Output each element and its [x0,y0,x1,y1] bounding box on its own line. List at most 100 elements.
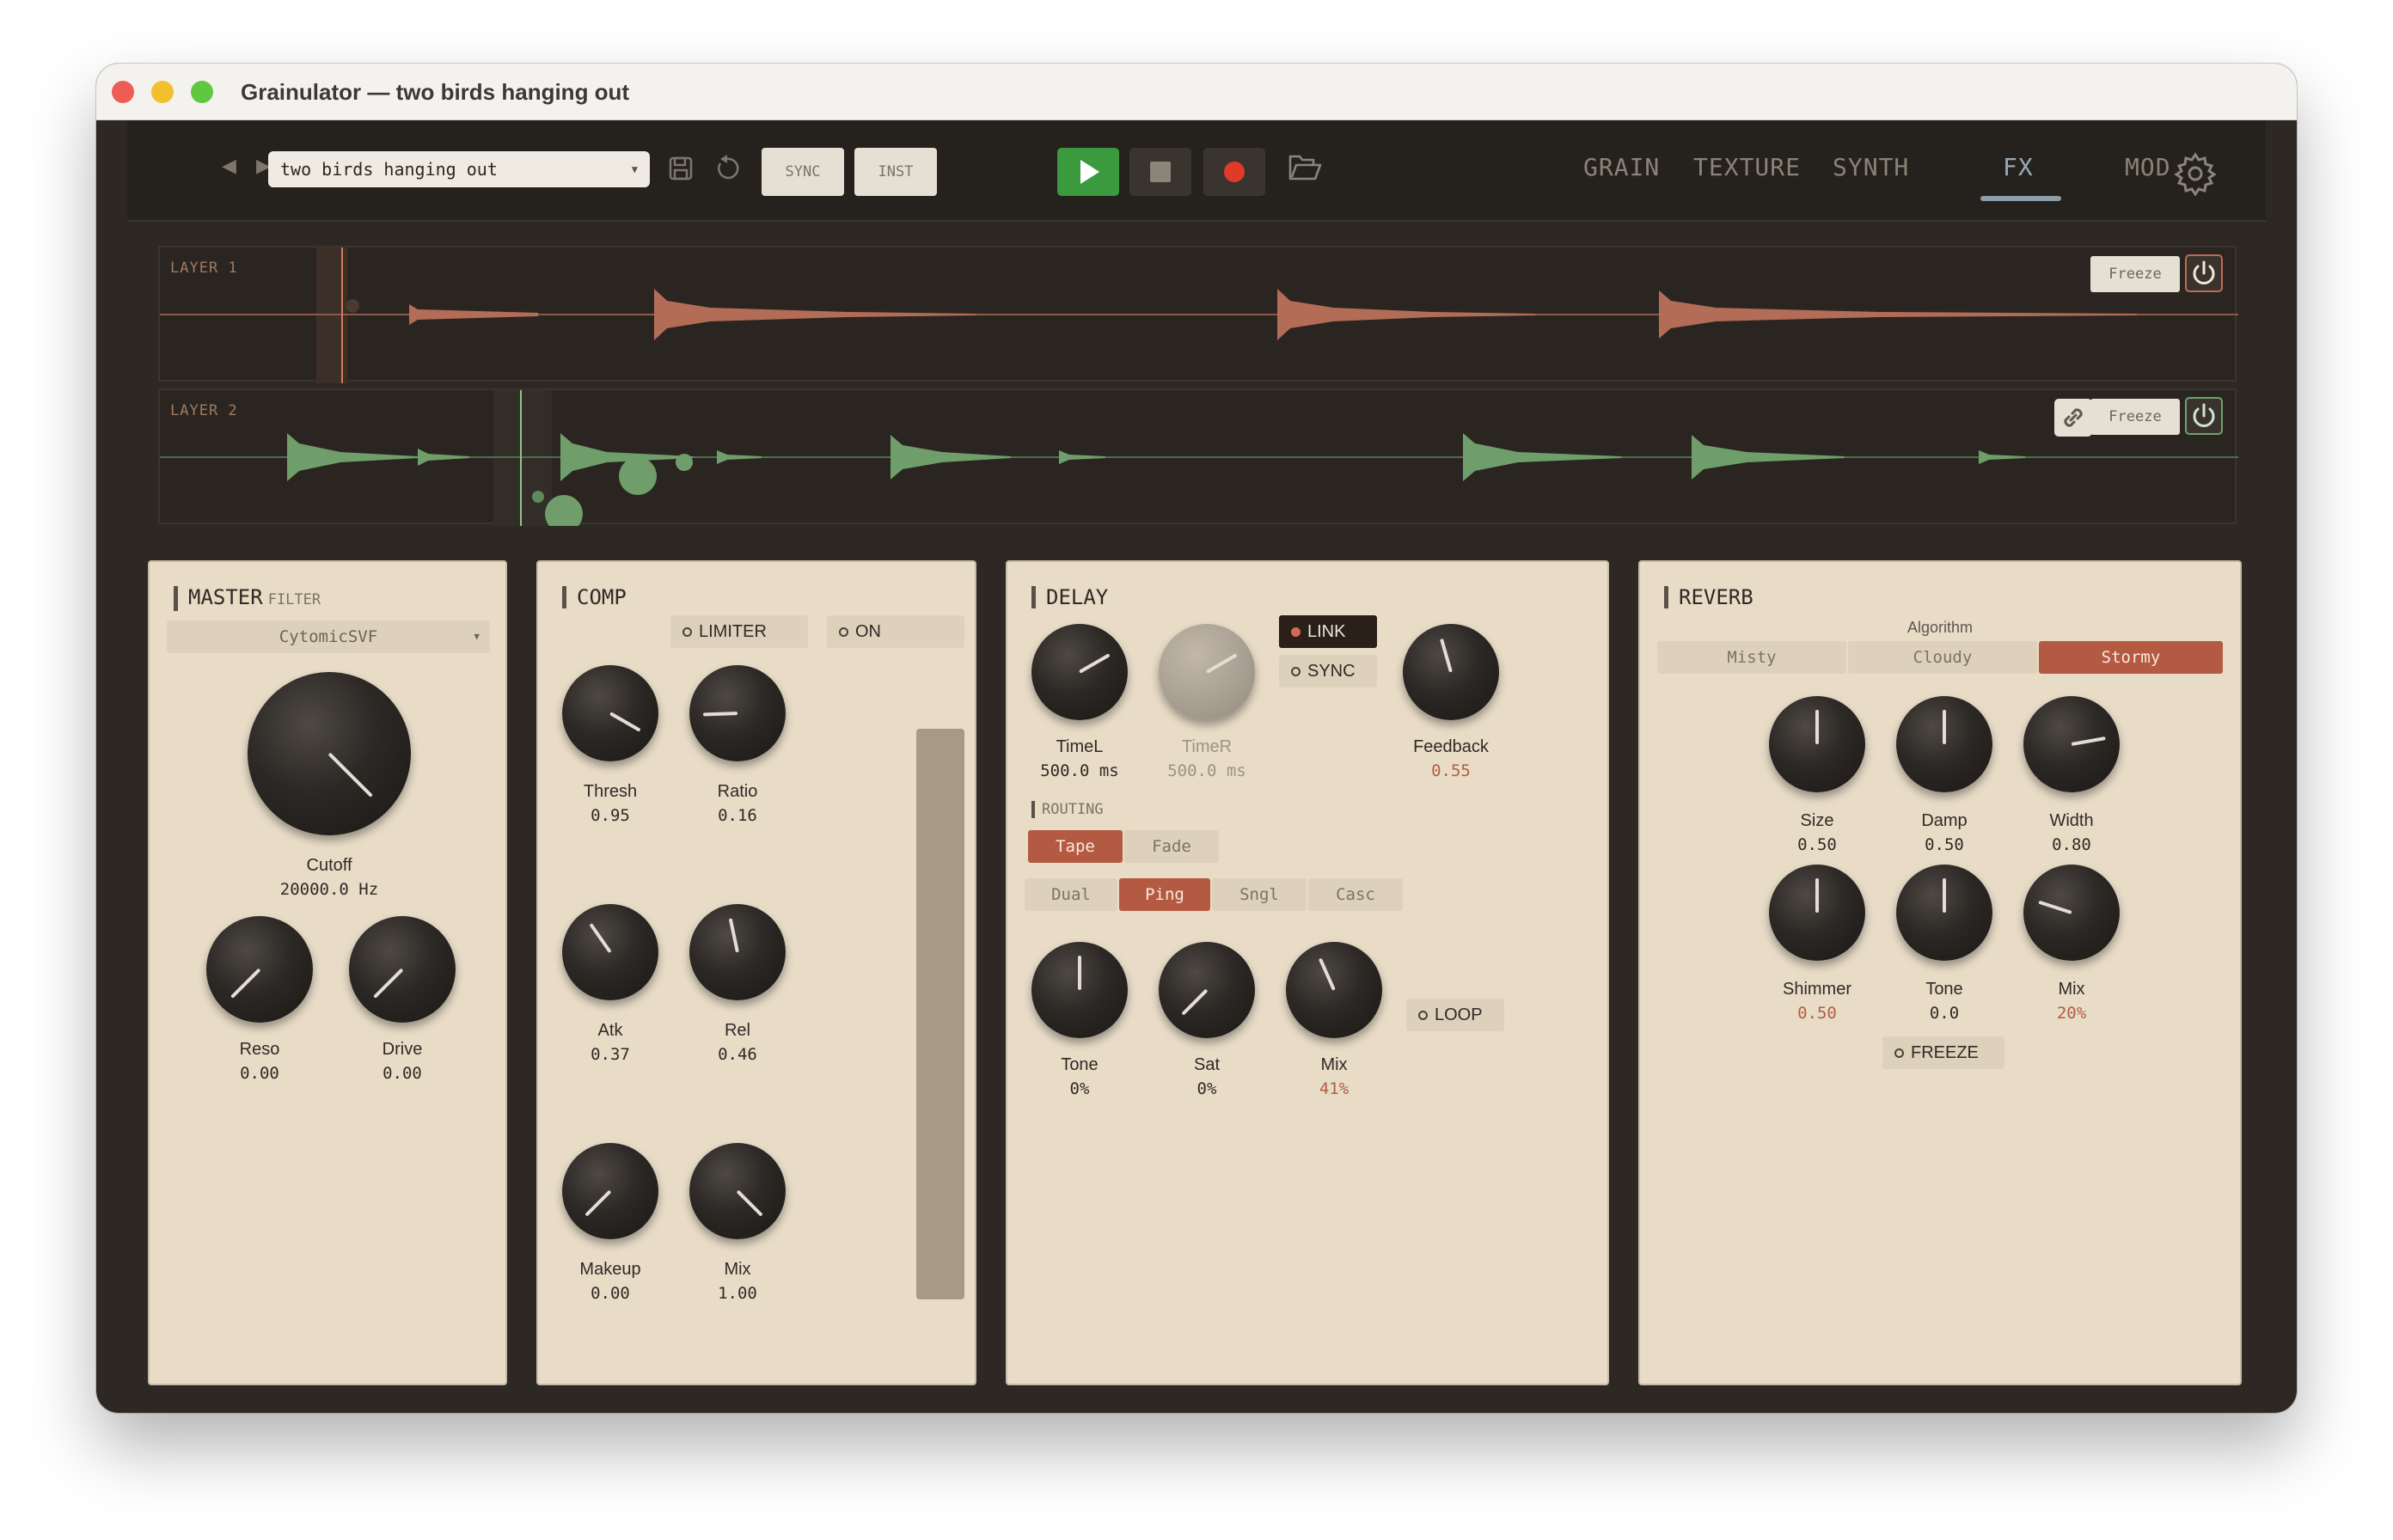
record-button[interactable] [1203,148,1265,196]
algorithm-misty-button[interactable]: Misty [1657,641,1846,674]
thresh-knob[interactable] [562,665,658,761]
revert-icon[interactable] [712,153,743,184]
chevron-down-icon: ▼ [474,631,480,642]
save-icon[interactable] [665,153,696,184]
layer-2-waveform[interactable]: LAYER 2 Freeze [158,388,2238,526]
sync-button[interactable]: SYNC [762,148,844,196]
limiter-toggle[interactable]: LIMITER [670,615,808,648]
layer-2-link-button[interactable] [2054,399,2092,437]
comp-mix-value: 1.00 [718,1284,757,1303]
sat-knob[interactable] [1159,942,1255,1038]
master-panel: MASTER FILTER CytomicSVF ▼ Cutoff 20000.0 … [148,560,507,1385]
time-right-label: TimeR [1181,737,1233,756]
comp-mix-knob[interactable] [689,1143,786,1239]
algorithm-stormy-button[interactable]: Stormy [2039,641,2223,674]
width-label: Width [2049,811,2094,830]
reso-knob[interactable] [206,916,313,1023]
link-icon [2064,408,2083,427]
comp-mix-label: Mix [724,1260,751,1279]
delay-sync-toggle[interactable]: SYNC [1279,655,1377,688]
width-knob[interactable] [2023,696,2120,792]
cutoff-knob[interactable] [248,672,411,835]
power-icon [2193,403,2215,427]
layer-1-power-button[interactable] [2185,254,2223,292]
play-button[interactable] [1057,148,1119,196]
layer-1-label: LAYER 1 [170,260,238,277]
damp-knob[interactable] [1896,696,1992,792]
tab-texture[interactable]: TEXTURE [1693,153,1801,181]
title-bar: Grainulator — two birds hanging out [96,64,2297,120]
time-right-value: 500.0 ms [1167,761,1246,780]
close-window-button[interactable] [112,81,134,103]
reverb-panel: REVERB Algorithm Misty Cloudy Stormy Siz… [1638,560,2242,1385]
tab-fx[interactable]: FX [2003,153,2034,181]
release-label: Rel [724,1021,750,1040]
delay-mix-knob[interactable] [1286,942,1382,1038]
drive-knob[interactable] [349,916,456,1023]
delay-title: DELAY [1031,586,1108,608]
reverb-mix-knob[interactable] [2023,865,2120,961]
reverb-freeze-toggle[interactable]: FREEZE [1882,1036,2004,1069]
record-icon [1224,162,1245,182]
window-title: Grainulator — two birds hanging out [241,79,630,105]
delay-mix-label: Mix [1320,1055,1348,1074]
stop-icon [1150,162,1171,182]
delay-tone-knob[interactable] [1031,942,1128,1038]
layer-2-label: LAYER 2 [170,402,238,419]
power-icon [2193,260,2215,284]
loop-toggle[interactable]: LOOP [1406,999,1504,1031]
play-icon [1080,160,1099,184]
folder-open-icon[interactable] [1286,150,1324,187]
prev-preset-icon[interactable]: ◀ [222,155,236,177]
filter-type-dropdown[interactable]: CytomicSVF ▼ [167,620,490,653]
tab-synth[interactable]: SYNTH [1833,153,1909,181]
mode-fade-button[interactable]: Fade [1124,830,1219,863]
stop-button[interactable] [1129,148,1191,196]
link-toggle[interactable]: LINK [1279,615,1377,648]
delay-panel: DELAY TimeL 500.0 ms TimeR 500.0 ms LINK… [1006,560,1609,1385]
layer-2-waveform-plot [160,390,2238,526]
tab-mod[interactable]: MOD [2125,153,2171,181]
route-dual-button[interactable]: Dual [1025,878,1117,911]
drive-label: Drive [382,1040,423,1059]
layer-1-freeze-button[interactable]: Freeze [2090,256,2180,292]
preset-name: two birds hanging out [280,159,498,180]
layer-2-power-button[interactable] [2185,397,2223,435]
comp-on-toggle[interactable]: ON [827,615,964,648]
feedback-knob[interactable] [1403,624,1499,720]
layer-1-waveform[interactable]: LAYER 1 Freeze [158,246,2238,383]
active-tab-indicator [1980,196,2061,201]
algorithm-cloudy-button[interactable]: Cloudy [1848,641,2037,674]
comp-title: COMP [562,586,627,608]
layer-1-waveform-plot [160,248,2238,383]
delay-mix-value: 41% [1319,1079,1350,1098]
comp-panel: COMP LIMITER ON Thresh 0.95 Ratio 0.16 A… [536,560,976,1385]
gain-reduction-meter [916,729,964,1299]
attack-knob[interactable] [562,904,658,1000]
ratio-value: 0.16 [718,806,757,825]
size-knob[interactable] [1769,696,1865,792]
route-sngl-button[interactable]: Sngl [1212,878,1307,911]
time-right-knob[interactable] [1159,624,1255,720]
zoom-window-button[interactable] [191,81,213,103]
master-title: MASTER FILTER [174,586,321,611]
minimize-window-button[interactable] [151,81,174,103]
makeup-knob[interactable] [562,1143,658,1239]
mode-tape-button[interactable]: Tape [1028,830,1123,863]
time-left-knob[interactable] [1031,624,1128,720]
reverb-tone-knob[interactable] [1896,865,1992,961]
route-casc-button[interactable]: Casc [1308,878,1403,911]
feedback-label: Feedback [1413,737,1489,756]
routing-label: ROUTING [1031,801,1104,818]
layer-2-freeze-button[interactable]: Freeze [2090,399,2180,435]
route-ping-button[interactable]: Ping [1119,878,1210,911]
reverb-mix-label: Mix [2058,980,2085,999]
ratio-knob[interactable] [689,665,786,761]
reverb-title: REVERB [1664,586,1753,608]
shimmer-knob[interactable] [1769,865,1865,961]
release-knob[interactable] [689,904,786,1000]
preset-dropdown[interactable]: two birds hanging out ▼ [268,151,650,187]
inst-button[interactable]: INST [854,148,937,196]
tab-grain[interactable]: GRAIN [1583,153,1660,181]
gear-icon[interactable] [2173,151,2218,196]
